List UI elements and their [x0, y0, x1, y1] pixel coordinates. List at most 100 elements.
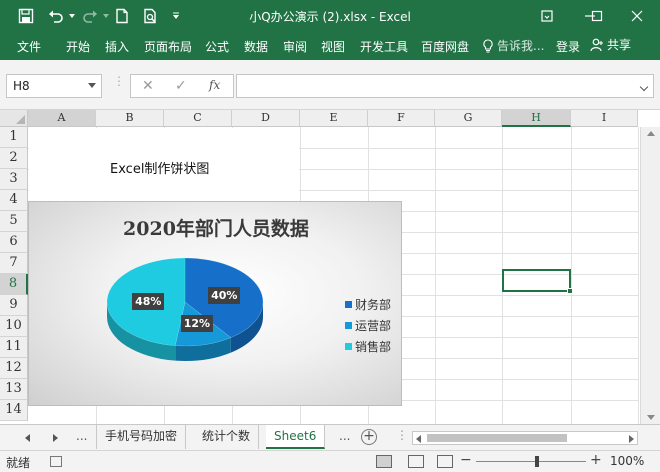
- row-header-4[interactable]: 4: [0, 190, 28, 211]
- tab-data[interactable]: 数据: [244, 38, 268, 55]
- row-header-14[interactable]: 14: [0, 400, 28, 421]
- row-header-1[interactable]: 1: [0, 127, 28, 148]
- close-icon[interactable]: [614, 0, 660, 32]
- legend-item[interactable]: 运营部: [345, 315, 391, 336]
- zoom-out-button[interactable]: −: [460, 452, 472, 468]
- column-header-d[interactable]: D: [232, 110, 300, 127]
- tab-formulas[interactable]: 公式: [205, 38, 229, 55]
- row-header-8[interactable]: 8: [0, 274, 28, 295]
- column-header-e[interactable]: E: [300, 110, 368, 127]
- column-header-f[interactable]: F: [368, 110, 435, 127]
- sheet-tab-count[interactable]: 统计个数: [194, 425, 260, 449]
- expand-formula-bar-icon[interactable]: [639, 82, 649, 92]
- tab-file[interactable]: 文件: [17, 38, 41, 55]
- legend-item[interactable]: 财务部: [345, 294, 391, 315]
- new-document-icon[interactable]: [112, 6, 132, 26]
- row-header-2[interactable]: 2: [0, 148, 28, 169]
- share-button[interactable]: 共享: [590, 36, 631, 53]
- page-layout-view-icon[interactable]: [408, 455, 424, 468]
- scroll-down-icon[interactable]: [647, 415, 655, 420]
- legend-item[interactable]: 销售部: [345, 336, 391, 357]
- tab-page-layout[interactable]: 页面布局: [144, 38, 192, 55]
- login-link[interactable]: 登录: [556, 38, 580, 55]
- more-sheets-left[interactable]: ...: [76, 429, 87, 443]
- tab-splitter-icon[interactable]: ⋮: [396, 428, 408, 442]
- insert-function-icon[interactable]: fx: [209, 78, 220, 92]
- horizontal-scrollbar[interactable]: [412, 431, 638, 445]
- more-sheets-right[interactable]: ...: [339, 429, 350, 443]
- cell-b3[interactable]: Excel制作饼状图: [110, 158, 209, 177]
- column-header-h[interactable]: H: [502, 110, 571, 127]
- horizontal-scroll-thumb[interactable]: [427, 434, 567, 442]
- column-header-a[interactable]: A: [28, 110, 96, 127]
- column-header-i[interactable]: I: [571, 110, 638, 127]
- name-box-value: H8: [13, 79, 30, 93]
- zoom-slider[interactable]: [476, 461, 586, 462]
- row-header-6[interactable]: 6: [0, 232, 28, 253]
- row-header-9[interactable]: 9: [0, 295, 28, 316]
- tab-developer[interactable]: 开发工具: [360, 38, 408, 55]
- row-header-13[interactable]: 13: [0, 379, 28, 400]
- row-header-11[interactable]: 11: [0, 337, 28, 358]
- lightbulb-icon: [483, 38, 493, 52]
- row-header-5[interactable]: 5: [0, 211, 28, 232]
- tab-view[interactable]: 视图: [321, 38, 345, 55]
- pie-chart[interactable]: 2020年部门人员数据 财务部 运营部 销售部 40% 12% 48%: [28, 201, 402, 406]
- row-header-7[interactable]: 7: [0, 253, 28, 274]
- data-label-1[interactable]: 40%: [208, 287, 241, 305]
- legend-label: 销售部: [355, 340, 392, 354]
- legend-swatch: [345, 322, 352, 329]
- chart-legend[interactable]: 财务部运营部销售部: [345, 294, 391, 357]
- tab-insert[interactable]: 插入: [105, 38, 129, 55]
- share-label: 共享: [607, 38, 632, 52]
- macro-record-icon[interactable]: [50, 456, 62, 467]
- normal-view-icon[interactable]: [376, 455, 392, 468]
- zoom-slider-thumb[interactable]: [535, 456, 539, 467]
- tab-review[interactable]: 审阅: [283, 38, 307, 55]
- row-header-12[interactable]: 12: [0, 358, 28, 379]
- legend-label: 财务部: [355, 298, 392, 312]
- next-sheet-icon[interactable]: [53, 434, 58, 442]
- sheet-tab-phone-encrypt[interactable]: 手机号码加密: [96, 425, 187, 449]
- scroll-left-icon[interactable]: [416, 435, 421, 443]
- scroll-right-icon[interactable]: [629, 435, 634, 443]
- previous-sheet-icon[interactable]: [25, 434, 30, 442]
- enter-icon[interactable]: ✓: [175, 78, 187, 94]
- tell-me-search[interactable]: 告诉我...: [482, 37, 544, 54]
- column-header-c[interactable]: C: [164, 110, 232, 127]
- vertical-scrollbar[interactable]: [640, 127, 660, 424]
- undo-dropdown-icon[interactable]: [62, 6, 82, 26]
- cancel-icon[interactable]: ✕: [142, 78, 154, 94]
- formula-bar-grip-icon: ⋮: [113, 74, 125, 88]
- tab-baidu-netdisk[interactable]: 百度网盘: [421, 38, 469, 55]
- select-all-button[interactable]: [0, 110, 28, 127]
- customize-dropdown-icon[interactable]: [166, 6, 186, 26]
- scroll-up-icon[interactable]: [647, 131, 655, 136]
- title-bar: 小Q办公演示 (2).xlsx - Excel: [0, 0, 660, 32]
- save-icon[interactable]: [16, 6, 36, 26]
- page-break-view-icon[interactable]: [437, 455, 453, 468]
- selected-cell-h8[interactable]: [502, 269, 573, 294]
- formula-bar: H8 ⋮ ✕ ✓ fx: [0, 60, 660, 110]
- legend-swatch: [345, 301, 352, 308]
- gridline: [638, 127, 639, 424]
- row-header-3[interactable]: 3: [0, 169, 28, 190]
- tell-me-label: 告诉我...: [497, 39, 545, 53]
- column-header-g[interactable]: G: [435, 110, 502, 127]
- ribbon-tabs: 文件 开始 插入 页面布局 公式 数据 审阅 视图 开发工具 百度网盘 告诉我.…: [0, 32, 660, 60]
- zoom-level[interactable]: 100%: [610, 454, 644, 468]
- formula-input[interactable]: [236, 74, 654, 98]
- name-box[interactable]: H8: [6, 74, 102, 98]
- data-label-2[interactable]: 12%: [180, 315, 214, 333]
- print-preview-icon[interactable]: [140, 6, 160, 26]
- sheet-tab-sheet6[interactable]: Sheet6: [266, 425, 326, 449]
- data-label-3[interactable]: 48%: [132, 292, 165, 310]
- zoom-in-button[interactable]: +: [590, 452, 602, 468]
- row-header-10[interactable]: 10: [0, 316, 28, 337]
- column-header-b[interactable]: B: [96, 110, 164, 127]
- tab-home[interactable]: 开始: [66, 38, 90, 55]
- fill-handle[interactable]: [567, 288, 573, 294]
- name-box-dropdown-icon[interactable]: [88, 83, 96, 88]
- add-sheet-button[interactable]: +: [361, 429, 377, 445]
- ribbon-display-options-icon[interactable]: [524, 0, 570, 32]
